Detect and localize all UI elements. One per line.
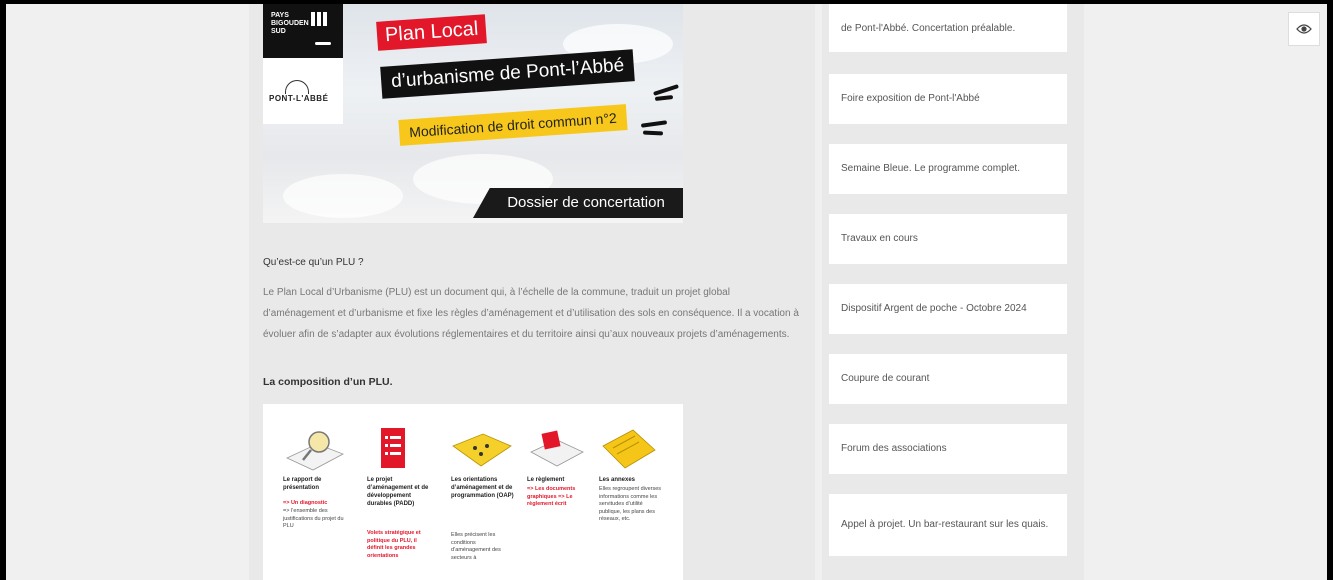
sidebar-item-foire[interactable]: Foire exposition de Pont-l'Abbé [829,74,1067,124]
plu-banner-image: PAYS BIGOUDEN SUD PONT-L'ABBÉ Plan Local… [263,4,683,223]
sidebar-item-travaux[interactable]: Travaux en cours [829,214,1067,264]
composition-heading: La composition d’un PLU. [263,376,393,388]
diagram-oap: Les orientations d’aménagement et de pro… [451,404,515,580]
regulation-docs-icon [530,430,584,467]
plu-composition-diagram: Le rapport de présentation => Un diagnos… [263,404,683,580]
diagram-padd: Le projet d’aménagement et de développem… [367,404,431,580]
page-frame: PAYS BIGOUDEN SUD PONT-L'ABBÉ Plan Local… [6,4,1327,580]
sidebar-item-forum[interactable]: Forum des associations [829,424,1067,474]
eye-icon [1296,24,1312,34]
banner-subtitle: Dossier de concertation [473,188,683,218]
plu-description: Le Plan Local d’Urbanisme (PLU) est un d… [263,287,799,340]
sidebar-item-argent-de-poche[interactable]: Dispositif Argent de poche - Octobre 202… [829,284,1067,334]
document-list-icon [381,428,405,468]
diagram-rapport: Le rapport de présentation => Un diagnos… [283,404,347,580]
pont-labbe-logo: PONT-L'ABBÉ [263,58,343,124]
annex-binder-icon [602,429,656,469]
diagram-reglement: Le règlement => Les documents graphiques… [527,404,591,580]
banner-title-line3: Modification de droit commun n°2 [398,104,628,146]
sidebar-item-semaine-bleue[interactable]: Semaine Bleue. Le programme complet. [829,144,1067,194]
question-heading: Qu’est-ce qu’un PLU ? [263,257,364,268]
sidebar-item-coupure[interactable]: Coupure de courant [829,354,1067,404]
banner-title-line1: Plan Local [376,14,488,51]
main-column: PAYS BIGOUDEN SUD PONT-L'ABBÉ Plan Local… [249,4,815,580]
sidebar-item-concertation[interactable]: de Pont-l'Abbé. Concertation préalable. [829,4,1067,52]
sidebar-item-appel-projet[interactable]: Appel à projet. Un bar-restaurant sur le… [829,494,1067,556]
pays-bigouden-logo: PAYS BIGOUDEN SUD [263,4,343,58]
map-magnifier-icon [286,431,344,471]
accessibility-button[interactable] [1288,12,1320,46]
banner-title-line2: d’urbanisme de Pont-l’Abbé [380,49,636,99]
yellow-map-icon [452,433,512,467]
diagram-annexes: Les annexes Elles regroupent diverses in… [599,404,663,580]
